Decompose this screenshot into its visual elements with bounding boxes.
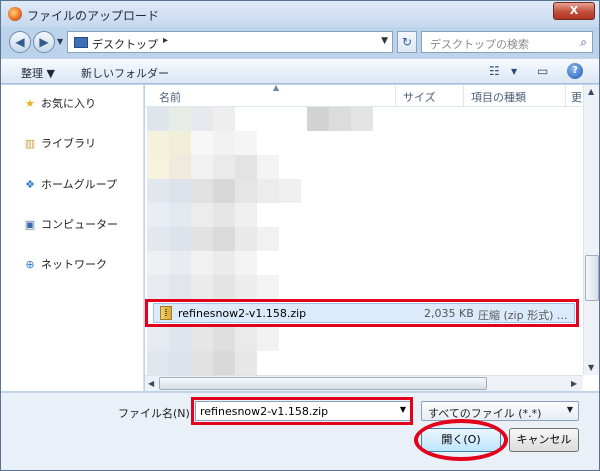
highlight-box-file bbox=[145, 299, 579, 327]
vertical-scrollbar[interactable]: ▲ ▼ bbox=[583, 85, 599, 375]
sidebar-item-label: ネットワーク bbox=[41, 258, 107, 271]
filter-value: すべてのファイル (*.*) bbox=[428, 407, 542, 420]
scroll-up-icon[interactable]: ▲ bbox=[588, 87, 594, 96]
sidebar-item-computer[interactable]: ▣ コンピューター bbox=[23, 216, 118, 234]
file-upload-dialog: ファイルのアップロード X ◀ ▶ ▼ デスクトップ ▸ ▼ ↻ デスクトップの… bbox=[0, 0, 600, 471]
file-type-filter[interactable]: すべてのファイル (*.*) ▼ bbox=[421, 401, 579, 421]
refresh-icon: ↻ bbox=[401, 35, 413, 49]
back-arrow-icon: ◀ bbox=[15, 35, 25, 49]
file-list[interactable]: 名前 ▲ サイズ 項目の種類 更 refinesnow2-v1.158.zip … bbox=[145, 83, 599, 391]
column-header: 名前 ▲ サイズ 項目の種類 更 bbox=[145, 83, 582, 107]
breadcrumb-chevron-icon[interactable]: ▸ bbox=[163, 35, 168, 46]
filename-label: ファイル名(N): bbox=[118, 407, 194, 420]
sidebar-item-label: お気に入り bbox=[41, 97, 96, 110]
sidebar-item-libraries[interactable]: ▥ ライブラリ bbox=[23, 135, 96, 153]
homegroup-icon: ❖ bbox=[25, 178, 35, 191]
highlight-box-filename bbox=[191, 397, 413, 425]
highlight-ellipse-open bbox=[414, 419, 508, 461]
search-input[interactable]: デスクトップの検索 ⌕ bbox=[421, 31, 593, 53]
scroll-left-icon[interactable]: ◀ bbox=[148, 379, 154, 388]
navigation-bar: ◀ ▶ ▼ デスクトップ ▸ ▼ ↻ デスクトップの検索 ⌕ bbox=[1, 27, 599, 57]
forward-button[interactable]: ▶ bbox=[33, 31, 55, 53]
sidebar-item-network[interactable]: ⊕ ネットワーク bbox=[23, 256, 107, 274]
address-text[interactable]: デスクトップ bbox=[92, 36, 158, 52]
column-divider[interactable] bbox=[463, 85, 464, 107]
scroll-right-icon[interactable]: ▶ bbox=[571, 379, 577, 388]
view-dropdown-icon[interactable]: ▼ bbox=[511, 67, 517, 76]
window-title: ファイルのアップロード bbox=[27, 9, 160, 23]
help-icon[interactable]: ? bbox=[567, 63, 583, 79]
address-dropdown-icon[interactable]: ▼ bbox=[381, 36, 388, 46]
sidebar-item-homegroup[interactable]: ❖ ホームグループ bbox=[23, 176, 117, 194]
network-icon: ⊕ bbox=[25, 258, 35, 271]
column-divider[interactable] bbox=[565, 85, 566, 107]
back-button[interactable]: ◀ bbox=[9, 31, 31, 53]
preview-pane-icon[interactable]: ▭ bbox=[537, 64, 548, 78]
column-type[interactable]: 項目の種類 bbox=[471, 89, 526, 105]
sidebar-item-label: コンピューター bbox=[41, 218, 118, 231]
horizontal-scroll-thumb[interactable] bbox=[159, 377, 487, 390]
cancel-button[interactable]: キャンセル bbox=[509, 428, 579, 452]
column-size[interactable]: サイズ bbox=[403, 89, 436, 105]
column-name[interactable]: 名前 bbox=[159, 89, 181, 105]
firefox-icon bbox=[8, 7, 22, 21]
sidebar-item-favorites[interactable]: ★ お気に入り bbox=[23, 95, 96, 113]
desktop-icon bbox=[74, 37, 88, 48]
star-icon: ★ bbox=[25, 97, 35, 110]
refresh-button[interactable]: ↻ bbox=[397, 31, 417, 53]
navigation-pane: ★ お気に入り ▥ ライブラリ ❖ ホームグループ ▣ コンピューター ⊕ ネットワーク bbox=[1, 85, 144, 391]
library-icon: ▥ bbox=[24, 137, 36, 150]
history-dropdown-icon[interactable]: ▼ bbox=[57, 37, 63, 46]
scroll-down-icon[interactable]: ▼ bbox=[588, 363, 594, 372]
search-placeholder: デスクトップの検索 bbox=[430, 38, 529, 51]
horizontal-scrollbar[interactable]: ◀ ▶ bbox=[145, 375, 583, 391]
forward-arrow-icon: ▶ bbox=[39, 35, 49, 49]
command-toolbar: 整理 ▼ 新しいフォルダー ☷ ▼ ▭ ? bbox=[1, 58, 599, 84]
organize-button[interactable]: 整理 ▼ bbox=[21, 65, 55, 81]
title-bar[interactable]: ファイルのアップロード X bbox=[1, 1, 599, 27]
column-divider[interactable] bbox=[395, 85, 396, 107]
close-button[interactable]: X bbox=[553, 2, 595, 20]
search-icon[interactable]: ⌕ bbox=[580, 35, 587, 50]
computer-icon: ▣ bbox=[24, 218, 36, 231]
vertical-scroll-thumb[interactable] bbox=[585, 255, 599, 301]
sort-ascending-icon: ▲ bbox=[273, 83, 280, 92]
column-more[interactable]: 更 bbox=[571, 89, 582, 105]
filter-dropdown-icon[interactable]: ▼ bbox=[567, 405, 573, 414]
view-options-icon[interactable]: ☷ bbox=[489, 64, 500, 78]
sidebar-item-label: ホームグループ bbox=[41, 178, 118, 191]
sidebar-item-label: ライブラリ bbox=[41, 137, 96, 150]
new-folder-button[interactable]: 新しいフォルダー bbox=[81, 65, 169, 81]
address-bar[interactable]: デスクトップ ▸ ▼ bbox=[67, 31, 393, 53]
